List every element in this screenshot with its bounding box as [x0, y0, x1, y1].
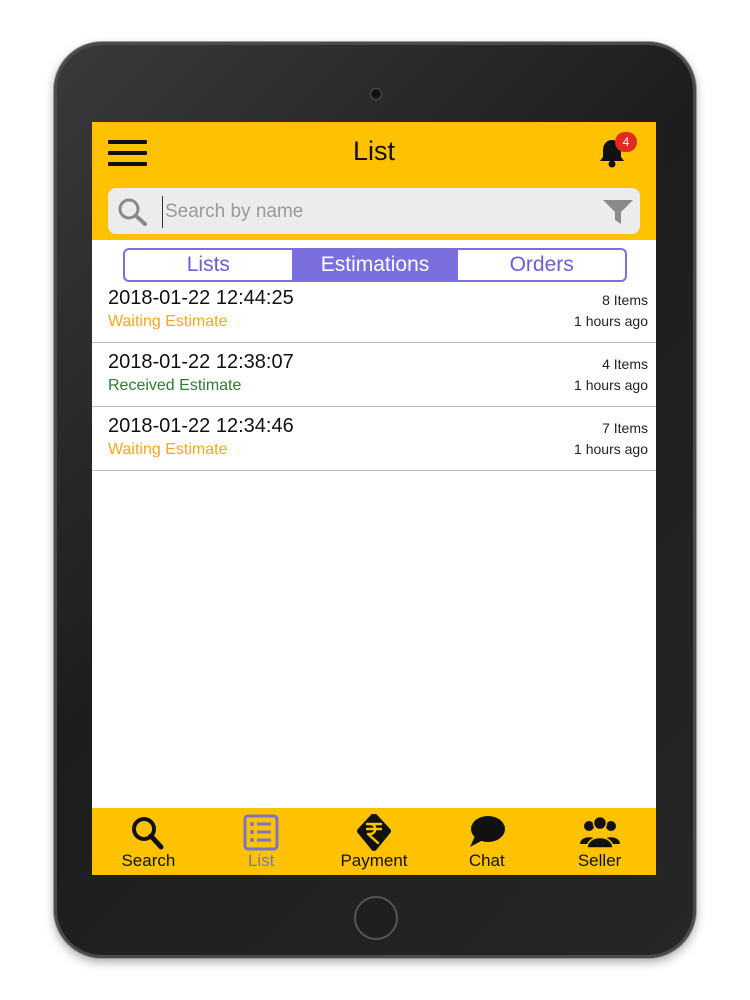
estimate-date: 2018-01-22 12:38:07 — [108, 351, 294, 373]
group-icon — [579, 815, 620, 849]
search-bar — [108, 188, 640, 234]
tab-lists[interactable]: Lists — [125, 250, 292, 280]
search-input[interactable] — [162, 196, 587, 228]
nav-label: Search — [121, 851, 176, 870]
bottom-nav: Search List Payment Chat Seller — [92, 808, 656, 875]
rupee-icon — [356, 814, 391, 851]
time-ago: 1 hours ago — [574, 313, 648, 329]
item-count: 7 Items — [602, 420, 648, 436]
nav-seller[interactable]: Seller — [543, 808, 656, 875]
nav-label: Payment — [340, 851, 408, 870]
item-count: 8 Items — [602, 292, 648, 308]
list-item[interactable]: 2018-01-22 12:44:25 Waiting Estimate 8 I… — [92, 278, 656, 343]
nav-label: Seller — [577, 851, 622, 870]
search-icon — [118, 198, 147, 226]
time-ago: 1 hours ago — [574, 441, 648, 457]
segment-tabs: Lists Estimations Orders — [123, 248, 627, 282]
notification-badge: 4 — [615, 132, 637, 152]
home-button[interactable] — [354, 896, 398, 940]
tab-orders[interactable]: Orders — [458, 250, 625, 280]
nav-search[interactable]: Search — [92, 808, 205, 875]
page-title: List — [352, 136, 396, 166]
app-screen: List 4 Lists Estimations Orders 2018-01-… — [92, 122, 656, 875]
list-item[interactable]: 2018-01-22 12:34:46 Waiting Estimate 7 I… — [92, 406, 656, 471]
time-ago: 1 hours ago — [574, 377, 648, 393]
nav-list[interactable]: List — [205, 808, 318, 875]
item-count: 4 Items — [602, 356, 648, 372]
chat-icon — [469, 816, 505, 847]
nav-label: List — [247, 851, 275, 870]
tab-estimations[interactable]: Estimations — [291, 250, 459, 280]
nav-label: Chat — [468, 851, 505, 870]
list-item[interactable]: 2018-01-22 12:38:07 Received Estimate 4 … — [92, 342, 656, 407]
top-bar: List 4 — [92, 122, 656, 240]
estimate-status: Waiting Estimate — [108, 313, 228, 330]
camera-icon — [370, 88, 382, 100]
filter-icon[interactable] — [602, 198, 634, 226]
nav-payment[interactable]: Payment — [318, 808, 431, 875]
list-icon — [243, 814, 279, 851]
search-icon — [132, 817, 164, 850]
estimate-status: Waiting Estimate — [108, 441, 228, 458]
estimate-status: Received Estimate — [108, 377, 242, 394]
estimate-date: 2018-01-22 12:44:25 — [108, 287, 294, 309]
estimate-date: 2018-01-22 12:34:46 — [108, 415, 294, 437]
nav-chat[interactable]: Chat — [430, 808, 543, 875]
